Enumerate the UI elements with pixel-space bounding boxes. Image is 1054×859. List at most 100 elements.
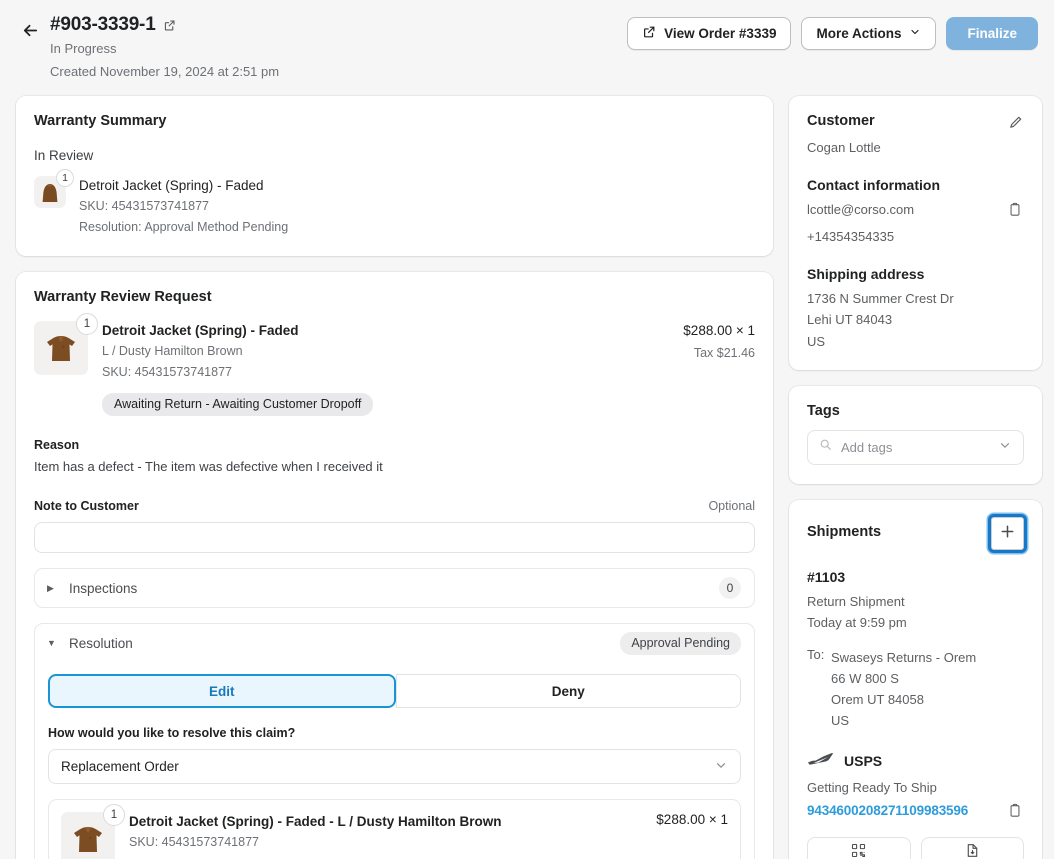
pencil-icon[interactable] [1006, 113, 1024, 131]
resolution-method-value: Replacement Order [61, 759, 714, 774]
claim-status: In Progress [50, 39, 627, 59]
to-address-lines: Swaseys Returns - Orem 66 W 800 S Orem U… [831, 647, 976, 731]
product-thumbnail-wrap: 1 [61, 812, 115, 859]
finalize-button[interactable]: Finalize [946, 17, 1038, 50]
note-optional-label: Optional [708, 499, 755, 513]
warranty-review-card: Warranty Review Request 1 Detroit Jacket… [16, 272, 773, 859]
clipboard-icon[interactable] [1006, 200, 1024, 218]
warranty-summary-item-details: Detroit Jacket (Spring) - Faded SKU: 454… [79, 176, 288, 238]
chevron-down-icon [714, 758, 728, 775]
search-icon [819, 438, 832, 456]
customer-name: Cogan Lottle [807, 137, 1024, 158]
status-badge: Awaiting Return - Awaiting Customer Drop… [102, 393, 373, 416]
more-actions-button[interactable]: More Actions [801, 17, 936, 50]
product-sku: SKU: 45431573741877 [79, 196, 288, 217]
resolution-header[interactable]: ▼ Resolution Approval Pending [35, 624, 754, 662]
qr-code-button[interactable] [807, 837, 911, 859]
view-order-label: View Order #3339 [664, 26, 776, 41]
customer-title: Customer [807, 113, 875, 129]
product-thumbnail-wrap: 1 [34, 176, 66, 238]
customer-card: Customer Cogan Lottle Contact informatio… [789, 96, 1042, 369]
warranty-summary-item: 1 Detroit Jacket (Spring) - Faded SKU: 4… [34, 176, 755, 238]
shipment-destination: To: Swaseys Returns - Orem 66 W 800 S Or… [807, 647, 1024, 731]
contact-information-title: Contact information [807, 177, 1024, 193]
usps-logo-icon [807, 751, 834, 771]
shipment-time: Today at 9:59 pm [807, 612, 1024, 633]
resolution-method-select[interactable]: Replacement Order [48, 749, 741, 784]
to-label: To: [807, 647, 831, 731]
product-sku: SKU: 45431573741877 [102, 362, 669, 383]
product-name: Detroit Jacket (Spring) - Faded - L / Du… [129, 812, 656, 832]
resolution-section: ▼ Resolution Approval Pending Edit Deny … [34, 623, 755, 859]
resolution-body: Edit Deny How would you like to resolve … [35, 662, 754, 859]
product-name: Detroit Jacket (Spring) - Faded [102, 321, 669, 341]
more-actions-label: More Actions [816, 26, 901, 41]
customer-email: lcottle@corso.com [807, 199, 914, 220]
quantity-badge: 1 [56, 169, 74, 187]
warranty-summary-status: In Review [34, 148, 755, 163]
quantity-badge: 1 [103, 804, 125, 826]
resolution-question: How would you like to resolve this claim… [48, 726, 741, 740]
warranty-review-item-price-block: $288.00 × 1 Tax $21.46 [683, 321, 755, 416]
triangle-right-icon: ▶ [47, 584, 57, 593]
inspections-section: ▶ Inspections 0 [34, 568, 755, 608]
customer-phone: +14354354335 [807, 226, 1024, 247]
resolution-label: Resolution [69, 636, 608, 651]
to-address-line-1: Swaseys Returns - Orem [831, 647, 976, 668]
shipment-status: Getting Ready To Ship [807, 780, 1024, 795]
shipment-actions [807, 837, 1024, 859]
shipment-type: Return Shipment [807, 591, 1024, 612]
warranty-review-item-details: Detroit Jacket (Spring) - Faded L / Dust… [102, 321, 669, 416]
tags-title: Tags [807, 403, 1024, 419]
back-button[interactable] [16, 18, 44, 46]
warranty-review-title: Warranty Review Request [34, 289, 755, 305]
tab-edit[interactable]: Edit [48, 674, 396, 708]
shipments-title-row: Shipments [807, 517, 1024, 550]
shipping-address-line-3: US [807, 331, 1024, 352]
page-header: #903-3339-1 In Progress Created November… [0, 0, 1054, 82]
claim-created-date: Created November 19, 2024 at 2:51 pm [50, 62, 627, 82]
resolution-tabs: Edit Deny [48, 674, 741, 708]
warranty-summary-card: Warranty Summary In Review 1 Detroit Jac… [16, 96, 773, 256]
quantity-badge: 1 [76, 313, 98, 335]
product-sku: SKU: 45431573741877 [129, 832, 656, 853]
external-link-icon[interactable] [163, 19, 176, 32]
qr-code-icon [851, 843, 866, 859]
note-to-customer-input[interactable] [34, 522, 755, 553]
warranty-review-item: 1 Detroit Jacket (Spring) - Faded L / Du… [34, 321, 755, 416]
to-address-line-2: 66 W 800 S [831, 668, 976, 689]
resolution-status-badge: Approval Pending [620, 632, 741, 655]
carrier-row: USPS [807, 751, 1024, 771]
arrow-left-icon [21, 21, 40, 43]
header-text-block: #903-3339-1 In Progress Created November… [50, 14, 627, 82]
product-name: Detroit Jacket (Spring) - Faded [79, 176, 288, 196]
warranty-claim-page: #903-3339-1 In Progress Created November… [0, 0, 1054, 859]
inspections-header[interactable]: ▶ Inspections 0 [35, 569, 754, 607]
product-variant: L / Dusty Hamilton Brown [102, 341, 669, 362]
add-tags-field[interactable]: Add tags [807, 430, 1024, 465]
add-shipment-button[interactable] [991, 517, 1024, 550]
customer-email-row: lcottle@corso.com [807, 193, 1024, 220]
shipping-address-line-1: 1736 N Summer Crest Dr [807, 288, 1024, 309]
plus-icon [999, 523, 1016, 543]
shipment-id: #1103 [807, 569, 1024, 585]
view-order-button[interactable]: View Order #3339 [627, 17, 791, 50]
inspections-count: 0 [719, 577, 741, 599]
tracking-number[interactable]: 9434600208271109983596 [807, 803, 968, 818]
product-tax: Tax $21.46 [683, 346, 755, 360]
add-tags-placeholder: Add tags [841, 440, 989, 455]
shipments-title: Shipments [807, 517, 881, 540]
clipboard-icon[interactable] [1006, 802, 1024, 820]
reason-label: Reason [34, 438, 755, 452]
finalize-label: Finalize [967, 26, 1017, 41]
replacement-item-card: 1 Detroit Jacket (Spring) - Faded - L / … [48, 799, 741, 859]
download-label-button[interactable] [921, 837, 1025, 859]
document-download-icon [965, 843, 980, 859]
tab-deny[interactable]: Deny [396, 674, 742, 708]
customer-title-row: Customer [807, 113, 1024, 131]
reason-text: Item has a defect - The item was defecti… [34, 459, 755, 474]
page-body: Warranty Summary In Review 1 Detroit Jac… [0, 96, 1054, 859]
product-thumbnail-wrap: 1 [34, 321, 88, 416]
main-column: Warranty Summary In Review 1 Detroit Jac… [16, 96, 773, 859]
page-title: #903-3339-1 [50, 14, 156, 36]
